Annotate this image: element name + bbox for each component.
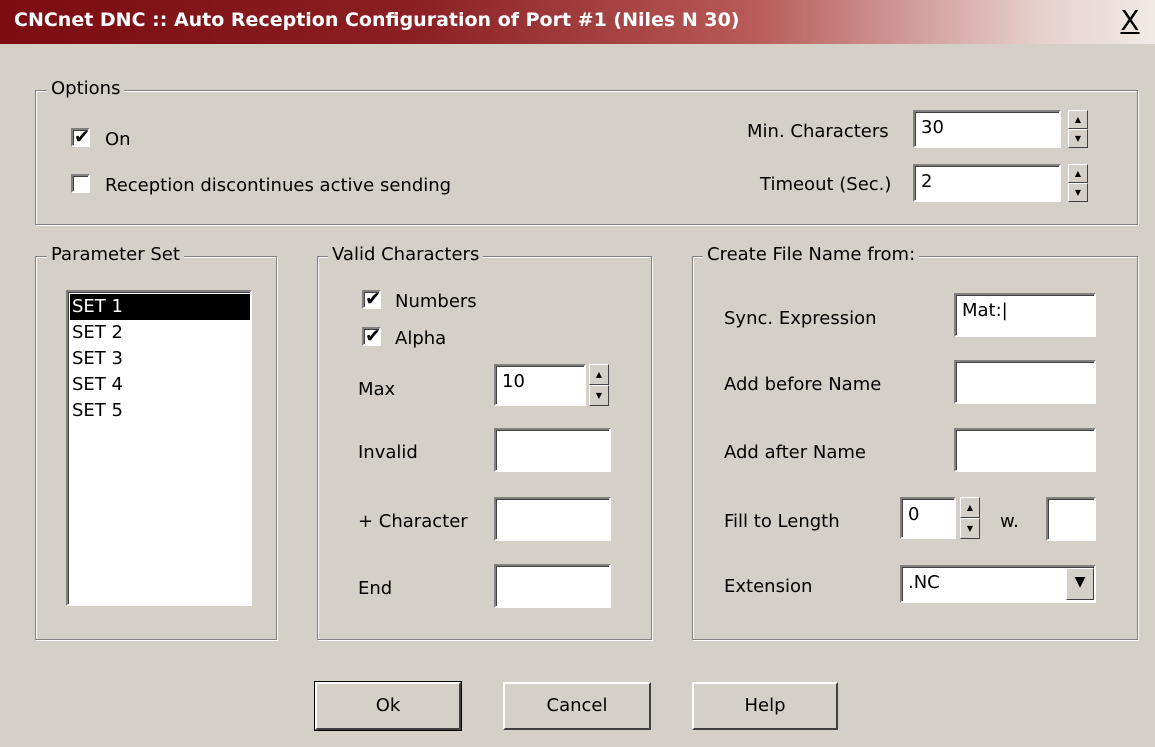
add-after-name-input[interactable]: [954, 428, 1096, 472]
on-label: On: [105, 129, 131, 150]
extension-value: .NC: [908, 572, 940, 593]
valid-characters-legend: Valid Characters: [328, 244, 484, 265]
on-checkbox[interactable]: ✔: [71, 126, 90, 148]
numbers-label: Numbers: [395, 291, 477, 312]
fill-with-input[interactable]: [1046, 497, 1096, 541]
file-name-legend: Create File Name from:: [703, 244, 920, 265]
sync-expression-input[interactable]: Mat:|: [954, 293, 1096, 337]
max-spinner[interactable]: ▲ ▼: [589, 364, 609, 406]
parameter-set-legend: Parameter Set: [47, 244, 184, 265]
list-item[interactable]: SET 2: [70, 320, 250, 346]
fill-to-length-spinner[interactable]: ▲ ▼: [960, 497, 980, 539]
invalid-input[interactable]: [494, 428, 611, 472]
spin-up-icon[interactable]: ▲: [1068, 110, 1088, 129]
list-item[interactable]: SET 1: [70, 294, 250, 320]
window-title: CNCnet DNC :: Auto Reception Configurati…: [14, 9, 740, 31]
add-before-name-label: Add before Name: [724, 374, 882, 395]
spin-up-icon[interactable]: ▲: [589, 364, 609, 385]
discontinue-checkbox[interactable]: [71, 174, 90, 193]
ok-button[interactable]: Ok: [314, 681, 462, 731]
invalid-label: Invalid: [358, 442, 418, 463]
close-button[interactable]: X: [1113, 4, 1147, 38]
timeout-input[interactable]: 2: [913, 164, 1061, 202]
with-label: w.: [1000, 511, 1019, 532]
alpha-label: Alpha: [395, 328, 447, 349]
extension-label: Extension: [724, 576, 813, 597]
numbers-checkbox[interactable]: ✔: [362, 288, 381, 310]
add-after-name-label: Add after Name: [724, 442, 866, 463]
min-chars-spinner[interactable]: ▲ ▼: [1068, 110, 1088, 148]
check-icon: ✔: [74, 126, 90, 148]
alpha-checkbox[interactable]: ✔: [362, 325, 381, 347]
plus-character-input[interactable]: [494, 497, 611, 541]
end-input[interactable]: [494, 564, 611, 608]
parameter-set-list[interactable]: SET 1 SET 2 SET 3 SET 4 SET 5: [66, 290, 252, 606]
help-button[interactable]: Help: [692, 682, 838, 730]
spin-up-icon[interactable]: ▲: [960, 497, 980, 518]
options-legend: Options: [47, 78, 125, 99]
spin-down-icon[interactable]: ▼: [589, 385, 609, 406]
timeout-label: Timeout (Sec.): [760, 174, 892, 195]
fill-to-length-label: Fill to Length: [724, 511, 840, 532]
spin-down-icon[interactable]: ▼: [1068, 183, 1088, 202]
list-item[interactable]: SET 3: [70, 346, 250, 372]
min-chars-input[interactable]: 30: [913, 110, 1061, 148]
spin-down-icon[interactable]: ▼: [1068, 129, 1088, 148]
check-icon: ✔: [365, 325, 381, 347]
fill-to-length-input[interactable]: 0: [900, 497, 956, 539]
max-label: Max: [358, 379, 396, 400]
cancel-button[interactable]: Cancel: [503, 682, 651, 730]
timeout-spinner[interactable]: ▲ ▼: [1068, 164, 1088, 202]
list-item[interactable]: SET 5: [70, 398, 250, 424]
discontinue-label: Reception discontinues active sending: [105, 175, 452, 196]
sync-expression-label: Sync. Expression: [724, 308, 877, 329]
spin-down-icon[interactable]: ▼: [960, 518, 980, 539]
close-icon: X: [1120, 4, 1140, 37]
list-item[interactable]: SET 4: [70, 372, 250, 398]
max-input[interactable]: 10: [494, 364, 586, 406]
spin-up-icon[interactable]: ▲: [1068, 164, 1088, 183]
check-icon: ✔: [365, 288, 381, 310]
add-before-name-input[interactable]: [954, 360, 1096, 404]
chevron-down-icon[interactable]: ▼: [1066, 568, 1094, 600]
end-label: End: [358, 578, 393, 599]
min-chars-label: Min. Characters: [747, 121, 889, 142]
plus-character-label: + Character: [358, 511, 468, 532]
